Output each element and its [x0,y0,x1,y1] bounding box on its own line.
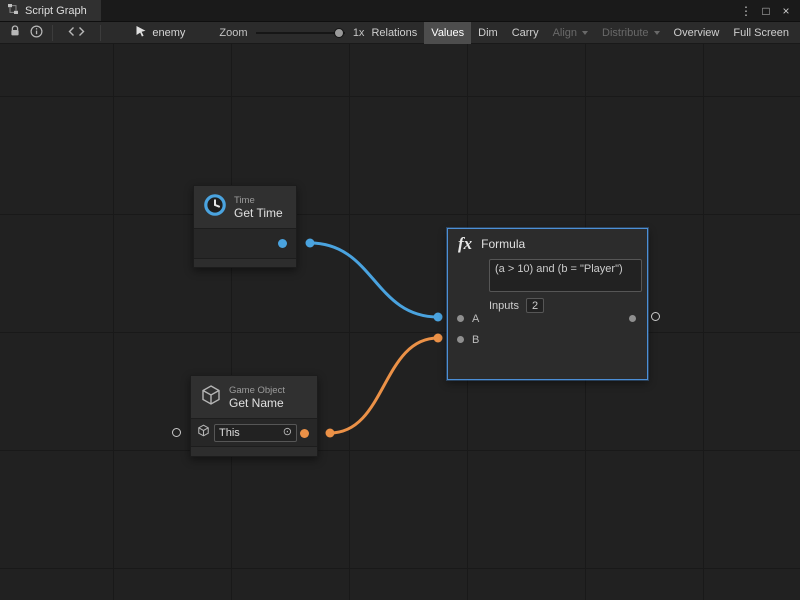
get-time-output-port[interactable] [278,239,287,248]
wire-blue-end-dot [434,313,443,322]
wire-get-name-to-formula-b [330,338,438,433]
wire-orange-end-dot [434,334,443,343]
relations-button[interactable]: Relations [364,22,424,44]
formula-output-hollow-port[interactable] [651,312,660,321]
info-button[interactable] [26,22,48,44]
get-time-title: Get Time [234,206,283,220]
window-title: Script Graph [25,5,87,17]
formula-port-a-label: A [472,313,479,325]
align-button-label: Align [553,27,577,39]
formula-port-b-label: B [472,334,479,346]
full-screen-button[interactable]: Full Screen [726,22,796,44]
get-name-target-value: This [219,427,240,439]
node-get-name[interactable]: Game Object Get Name This ⊙ [190,375,318,457]
toolbar-buttons: Relations Values Dim Carry Align Distrib… [364,22,796,44]
wire-orange-start-dot [326,429,335,438]
connection-wires [0,44,800,600]
chevron-down-icon [654,31,660,35]
get-name-header: Game Object Get Name [191,376,317,418]
script-graph-icon [7,2,19,20]
formula-header: fx Formula [448,229,647,259]
formula-input-port-b[interactable] [457,336,464,343]
zoom-slider-track [256,32,345,34]
wire-blue-start-dot [306,239,315,248]
get-time-header: Time Get Time [194,186,296,228]
formula-port-row-b: B [448,329,647,350]
distribute-button-label: Distribute [602,27,648,39]
node-get-time[interactable]: Time Get Time [193,185,297,268]
get-time-body [194,228,296,258]
zoom-slider[interactable] [256,22,345,44]
close-button[interactable]: × [777,1,795,21]
formula-expression-input[interactable]: (a > 10) and (b = "Player") [489,259,642,292]
maximize-button[interactable]: □ [757,1,775,21]
window-menu-button[interactable]: ⋮ [737,1,755,21]
toolbar: enemy Zoom 1x Relations Values Dim Carry… [0,22,800,44]
code-view-button[interactable] [57,22,97,44]
values-button-label: Values [431,27,464,39]
graph-name-group[interactable]: enemy [135,25,185,40]
object-picker-icon: ⊙ [283,427,292,438]
titlebar: Script Graph ⋮ □ × [0,0,800,22]
formula-port-row-a: A [448,308,647,329]
node-formula[interactable]: fx Formula (a > 10) and (b = "Player") I… [447,228,648,380]
cube-icon [200,384,222,411]
get-name-input-hollow-port[interactable] [172,428,181,437]
wire-get-time-to-formula-a [310,243,438,317]
zoom-value: 1x [353,27,365,39]
relations-button-label: Relations [371,27,417,39]
overview-button-label: Overview [674,27,720,39]
get-name-footer [191,446,317,456]
get-time-footer [194,258,296,267]
graph-name-label: enemy [152,27,185,39]
overview-button[interactable]: Overview [667,22,727,44]
dim-button[interactable]: Dim [471,22,505,44]
get-name-title: Get Name [229,396,285,410]
lock-button[interactable] [4,22,26,44]
clock-icon [203,193,227,222]
formula-input-port-a[interactable] [457,315,464,322]
formula-output-port[interactable] [629,315,636,322]
lock-icon [9,25,21,40]
zoom-slider-handle[interactable] [334,28,344,38]
formula-fx-icon: fx [458,234,472,254]
distribute-button[interactable]: Distribute [595,22,666,44]
full-screen-button-label: Full Screen [733,27,789,39]
tab-script-graph[interactable]: Script Graph [0,0,101,21]
script-graph-window: Script Graph ⋮ □ × [0,0,800,600]
cube-icon-small [197,424,210,442]
chevron-down-icon [582,31,588,35]
zoom-label: Zoom [219,27,247,39]
toolbar-separator [52,25,53,41]
get-name-output-port[interactable] [300,429,309,438]
dim-button-label: Dim [478,27,498,39]
graph-canvas[interactable]: Time Get Time fx Formula (a > 10) and (b… [0,44,800,600]
window-controls: ⋮ □ × [737,0,800,21]
get-name-category: Game Object [229,385,285,396]
formula-title: Formula [481,237,525,251]
info-icon [30,25,43,41]
carry-button-label: Carry [512,27,539,39]
values-button[interactable]: Values [424,22,471,44]
get-name-body: This ⊙ [191,418,317,446]
carry-button[interactable]: Carry [505,22,546,44]
code-icon [68,26,85,40]
toolbar-separator [100,25,101,41]
get-time-category: Time [234,195,283,206]
get-name-target-dropdown[interactable]: This ⊙ [214,424,297,442]
align-button[interactable]: Align [546,22,595,44]
graph-pointer-icon [135,25,147,40]
